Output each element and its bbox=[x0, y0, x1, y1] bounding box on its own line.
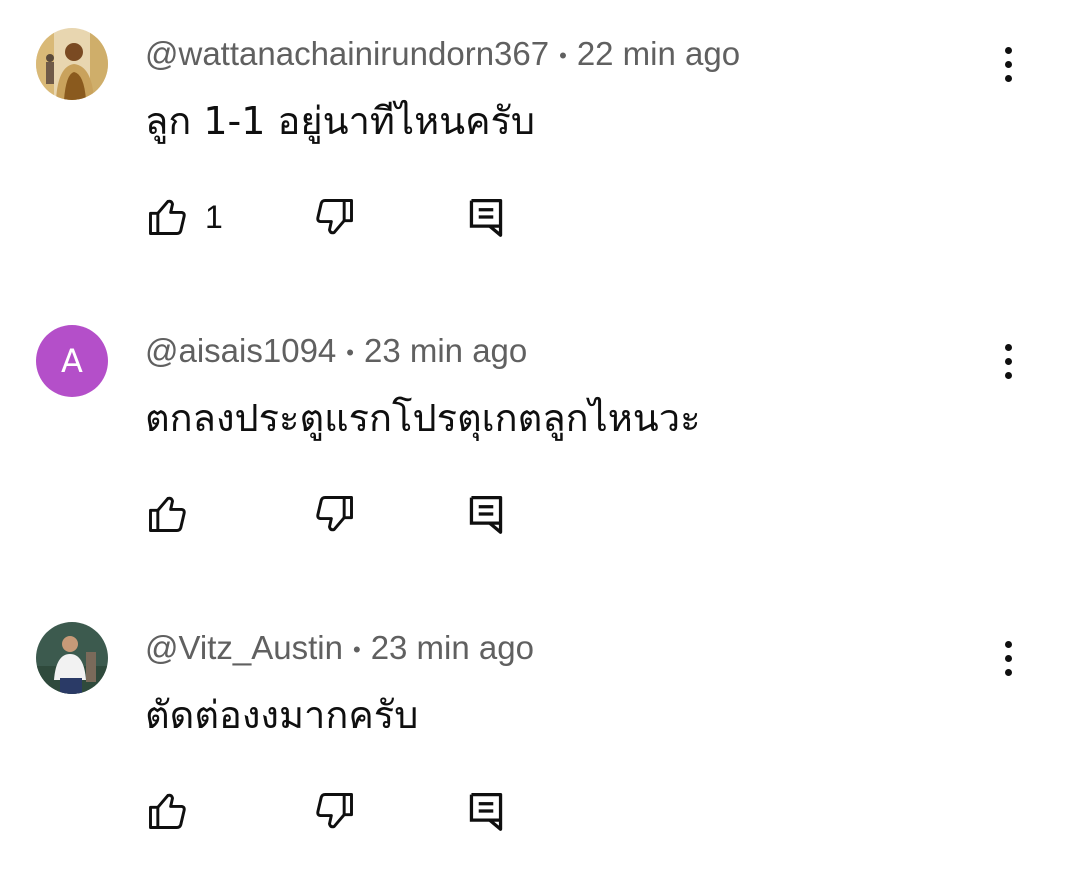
comment-item: @wattanachainirundorn367 • 22 min ago ลูก … bbox=[0, 0, 1080, 296]
thumbs-down-icon bbox=[316, 793, 353, 829]
more-vertical-icon bbox=[1004, 357, 1012, 365]
author-handle[interactable]: @Vitz_Austin bbox=[145, 629, 343, 666]
avatar[interactable] bbox=[36, 28, 108, 100]
more-vertical-icon bbox=[1004, 668, 1012, 676]
like-button[interactable]: 1 bbox=[145, 194, 223, 240]
reply-icon bbox=[469, 496, 503, 534]
author-handle[interactable]: @wattanachainirundorn367 bbox=[145, 35, 549, 72]
more-vertical-icon bbox=[1004, 74, 1012, 82]
comment-time: 23 min ago bbox=[363, 332, 528, 369]
comment-meta: @wattanachainirundorn367 • 22 min ago bbox=[145, 34, 740, 76]
more-options-button[interactable] bbox=[988, 339, 1028, 383]
comment-item: @Vitz_Austin • 23 min ago ตัดต่องงมากครับ bbox=[0, 594, 1080, 890]
avatar[interactable] bbox=[36, 622, 108, 694]
reply-button[interactable] bbox=[466, 788, 506, 834]
like-button[interactable] bbox=[145, 491, 205, 537]
more-vertical-icon bbox=[1004, 371, 1012, 379]
reply-button[interactable] bbox=[466, 491, 506, 537]
comment-text: ตัดต่องงมากครับ bbox=[145, 693, 419, 737]
avatar-photo bbox=[36, 622, 108, 694]
more-vertical-icon bbox=[1004, 654, 1012, 662]
more-options-button[interactable] bbox=[988, 636, 1028, 680]
more-vertical-icon bbox=[1004, 640, 1012, 648]
comment-text: ลูก 1-1 อยู่นาทีไหนครับ bbox=[145, 99, 536, 143]
separator-dot: • bbox=[559, 43, 567, 69]
comment-item: A @aisais1094 • 23 min ago ตกลงประตูแรกโปร… bbox=[0, 297, 1080, 593]
reply-button[interactable] bbox=[466, 194, 506, 240]
comment-time: 22 min ago bbox=[576, 35, 741, 72]
thumbs-up-icon bbox=[149, 496, 186, 532]
avatar-letter: A bbox=[61, 342, 83, 380]
author-handle[interactable]: @aisais1094 bbox=[145, 332, 336, 369]
dislike-button[interactable] bbox=[313, 194, 357, 240]
reply-icon bbox=[469, 199, 503, 237]
thumbs-down-icon bbox=[316, 199, 353, 235]
dislike-button[interactable] bbox=[313, 788, 357, 834]
like-button[interactable] bbox=[145, 788, 205, 834]
comment-meta: @Vitz_Austin • 23 min ago bbox=[145, 628, 534, 670]
more-vertical-icon bbox=[1004, 343, 1012, 351]
thumbs-down-icon bbox=[316, 496, 353, 532]
comment-text: ตกลงประตูแรกโปรตุเกตลูกไหนวะ bbox=[145, 396, 701, 440]
reply-icon bbox=[469, 793, 503, 831]
comment-meta: @aisais1094 • 23 min ago bbox=[145, 331, 527, 373]
more-vertical-icon bbox=[1004, 46, 1012, 54]
thumbs-up-icon bbox=[149, 199, 186, 235]
more-options-button[interactable] bbox=[988, 42, 1028, 86]
avatar[interactable]: A bbox=[36, 325, 108, 397]
thumbs-up-icon bbox=[149, 793, 186, 829]
separator-dot: • bbox=[352, 637, 361, 663]
avatar-photo bbox=[36, 28, 108, 100]
dislike-button[interactable] bbox=[313, 491, 357, 537]
like-count: 1 bbox=[205, 199, 223, 235]
comment-time: 23 min ago bbox=[370, 629, 534, 666]
more-vertical-icon bbox=[1004, 60, 1012, 68]
separator-dot: • bbox=[346, 340, 354, 366]
